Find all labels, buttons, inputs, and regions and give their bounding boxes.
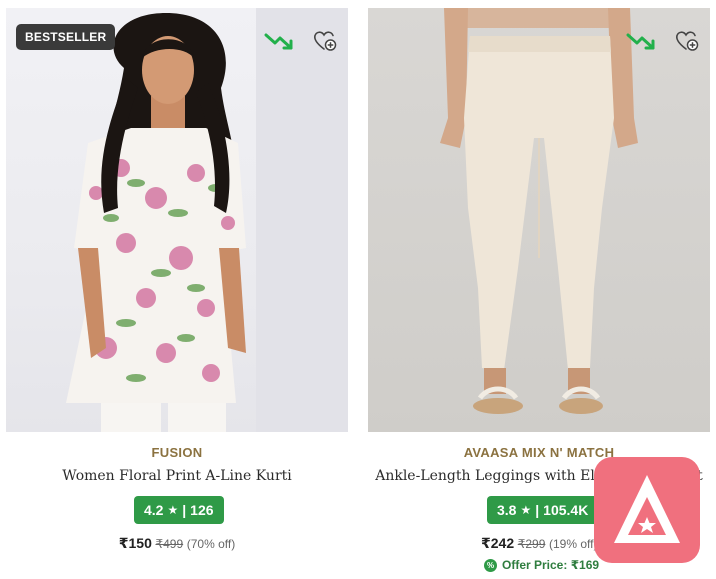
percent-icon: % bbox=[484, 558, 497, 572]
kurti-model-image bbox=[66, 8, 348, 432]
rating-value: 4.2 bbox=[144, 502, 164, 518]
app-logo-icon[interactable] bbox=[594, 457, 700, 563]
product-card[interactable]: BESTSELLER FUSION Women Floral Print A-L… bbox=[6, 0, 350, 579]
discount-text: (70% off) bbox=[186, 537, 236, 551]
product-image[interactable] bbox=[368, 8, 710, 432]
leggings-model-image bbox=[440, 8, 638, 414]
trend-down-icon bbox=[626, 33, 655, 50]
product-name[interactable]: Women Floral Print A-Line Kurti bbox=[6, 468, 348, 484]
rating-badge: 3.8 ★ | 105.4K bbox=[487, 496, 599, 524]
bestseller-badge: BESTSELLER bbox=[16, 24, 116, 50]
selling-price: ₹150 bbox=[118, 535, 152, 551]
star-icon: ★ bbox=[167, 503, 179, 517]
rating-separator: | bbox=[535, 502, 540, 518]
rating-badge: 4.2 ★ | 126 bbox=[134, 496, 224, 524]
price-line: ₹150 ₹499 (70% off) bbox=[6, 535, 348, 552]
mrp-price: ₹299 bbox=[517, 537, 546, 551]
rating-count: 126 bbox=[190, 502, 214, 518]
product-image[interactable]: BESTSELLER bbox=[6, 8, 348, 432]
product-brand[interactable]: FUSION bbox=[6, 445, 348, 460]
star-icon: ★ bbox=[520, 503, 532, 517]
selling-price: ₹242 bbox=[481, 535, 515, 551]
wishlist-add-icon[interactable] bbox=[312, 28, 338, 54]
mrp-price: ₹499 bbox=[155, 537, 184, 551]
rating-separator: | bbox=[182, 502, 187, 518]
app-logo-glyph bbox=[614, 475, 680, 543]
trend-down-icon bbox=[264, 33, 293, 50]
offer-price-text: Offer Price: ₹169 bbox=[502, 558, 600, 572]
discount-text: (19% off) bbox=[549, 537, 598, 551]
wishlist-add-icon[interactable] bbox=[674, 28, 700, 54]
offer-price: % Offer Price: ₹169 bbox=[484, 558, 599, 572]
rating-value: 3.8 bbox=[497, 502, 517, 518]
product-grid: BESTSELLER FUSION Women Floral Print A-L… bbox=[0, 0, 716, 579]
rating-count: 105.4K bbox=[543, 502, 589, 518]
